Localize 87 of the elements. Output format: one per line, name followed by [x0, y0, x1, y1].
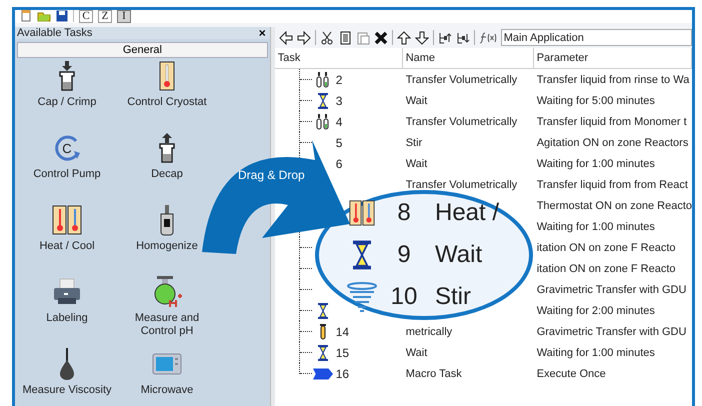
drop-probe-icon[interactable] — [59, 348, 75, 380]
toolbar-button[interactable]: I — [117, 10, 131, 23]
task-parameter: Thermostat ON on zone Reacto — [536, 200, 692, 212]
decap-icon[interactable] — [157, 132, 177, 164]
task-number: 5 — [336, 136, 342, 150]
thermometers-icon — [347, 200, 377, 226]
flask-icon[interactable] — [152, 276, 182, 308]
task-number: 10 — [390, 283, 418, 311]
save-icon[interactable] — [56, 10, 68, 22]
down-arrow-icon[interactable] — [414, 30, 429, 44]
task-number: 8 — [396, 199, 412, 227]
task-parameter: itation ON on zone F Reacto — [536, 262, 676, 274]
task-label: Measure and Control pH — [134, 312, 200, 338]
task-name: Transfer Volumetrically — [406, 116, 518, 128]
cap-crimp-icon[interactable] — [57, 60, 77, 92]
left-arrow-icon[interactable] — [278, 30, 293, 44]
task-name: Stir — [435, 283, 471, 311]
task-name: Wait — [406, 158, 428, 170]
task-name: Wait — [435, 241, 482, 269]
function-icon[interactable] — [478, 30, 497, 44]
task-number: 9 — [396, 241, 412, 269]
copy-icon[interactable] — [338, 30, 352, 44]
toolbar-button[interactable]: Z — [98, 10, 112, 23]
macro-icon — [312, 368, 333, 380]
task-parameter: Transfer liquid from rinse to Wa — [536, 74, 690, 86]
task-parameter: Waiting for 1:00 minutes — [536, 158, 655, 170]
task-parameter: Execute Once — [536, 368, 606, 380]
task-number: 4 — [336, 114, 342, 128]
task-label: Heat / Cool — [38, 240, 96, 253]
task-number: 15 — [336, 346, 350, 360]
folder-icon[interactable] — [37, 10, 51, 22]
right-arrow-icon[interactable] — [296, 30, 311, 44]
task-label: Measure Viscosity — [21, 384, 113, 397]
task-label: Labeling — [45, 312, 89, 325]
task-parameter: Waiting for 5:00 minutes — [536, 94, 655, 106]
tubes-icon — [316, 72, 330, 88]
task-parameter: Transfer liquid from from React — [536, 178, 688, 190]
vial-icon — [318, 324, 327, 340]
column-header[interactable]: Name — [402, 48, 534, 68]
thermometer-icon[interactable] — [159, 60, 175, 92]
task-label: Homogenize — [135, 240, 199, 253]
hourglass-icon — [318, 92, 328, 108]
group-header[interactable]: General — [17, 42, 268, 58]
callout-label: Drag & Drop — [238, 168, 305, 182]
vortex-icon — [347, 282, 377, 312]
task-name: Stir — [406, 136, 422, 148]
close-button[interactable]: × — [256, 27, 268, 39]
delete-icon[interactable] — [374, 30, 388, 44]
task-number: 2 — [336, 72, 342, 86]
task-label: Decap — [150, 168, 184, 181]
task-parameter: Transfer liquid from Monomer t — [536, 116, 687, 128]
task-number: 14 — [336, 324, 350, 338]
outdent-icon[interactable] — [456, 30, 470, 44]
hourglass-icon — [318, 344, 328, 360]
task-name: Transfer Volumetrically — [406, 74, 518, 86]
new-document-icon[interactable] — [20, 10, 32, 22]
scope-field[interactable]: Main Application — [500, 29, 692, 46]
task-label: Microwave — [140, 384, 194, 397]
task-parameter: Agitation ON on zone Reactors — [536, 136, 688, 148]
toolbar-button[interactable]: C — [79, 10, 93, 23]
column-header[interactable]: Parameter — [534, 48, 692, 68]
task-parameter: Gravimetric Transfer with GDU — [536, 326, 686, 338]
task-parameter: Waiting for 1:00 minutes — [536, 220, 655, 232]
task-name: Wait — [406, 94, 428, 106]
task-parameter: Waiting for 2:00 minutes — [536, 304, 655, 316]
task-label: Control Pump — [32, 168, 102, 181]
hourglass-icon — [353, 240, 371, 270]
task-parameter: Gravimetric Transfer with GDU — [536, 284, 686, 296]
indent-icon[interactable] — [438, 30, 452, 44]
task-number: 6 — [336, 156, 342, 170]
task-name: Wait — [406, 346, 428, 358]
hourglass-icon — [318, 302, 328, 318]
task-name: metrically — [406, 326, 452, 338]
panel-title: Available Tasks — [17, 27, 92, 39]
homogenizer-icon[interactable] — [159, 204, 175, 236]
task-name: Transfer Volumetrically — [406, 178, 518, 190]
task-name: Macro Task — [406, 368, 462, 380]
task-label: Cap / Crimp — [36, 96, 98, 109]
task-parameter: Waiting for 1:00 minutes — [536, 346, 655, 358]
task-label: Control Cryostat — [126, 96, 208, 109]
cut-icon[interactable] — [320, 30, 334, 44]
task-parameter: itation ON on zone F Reacto — [536, 242, 676, 254]
thermometers-icon[interactable] — [52, 204, 82, 236]
task-number: 16 — [336, 366, 350, 380]
tubes-icon — [316, 114, 330, 130]
task-number: 3 — [336, 94, 342, 108]
up-arrow-icon[interactable] — [396, 30, 411, 44]
